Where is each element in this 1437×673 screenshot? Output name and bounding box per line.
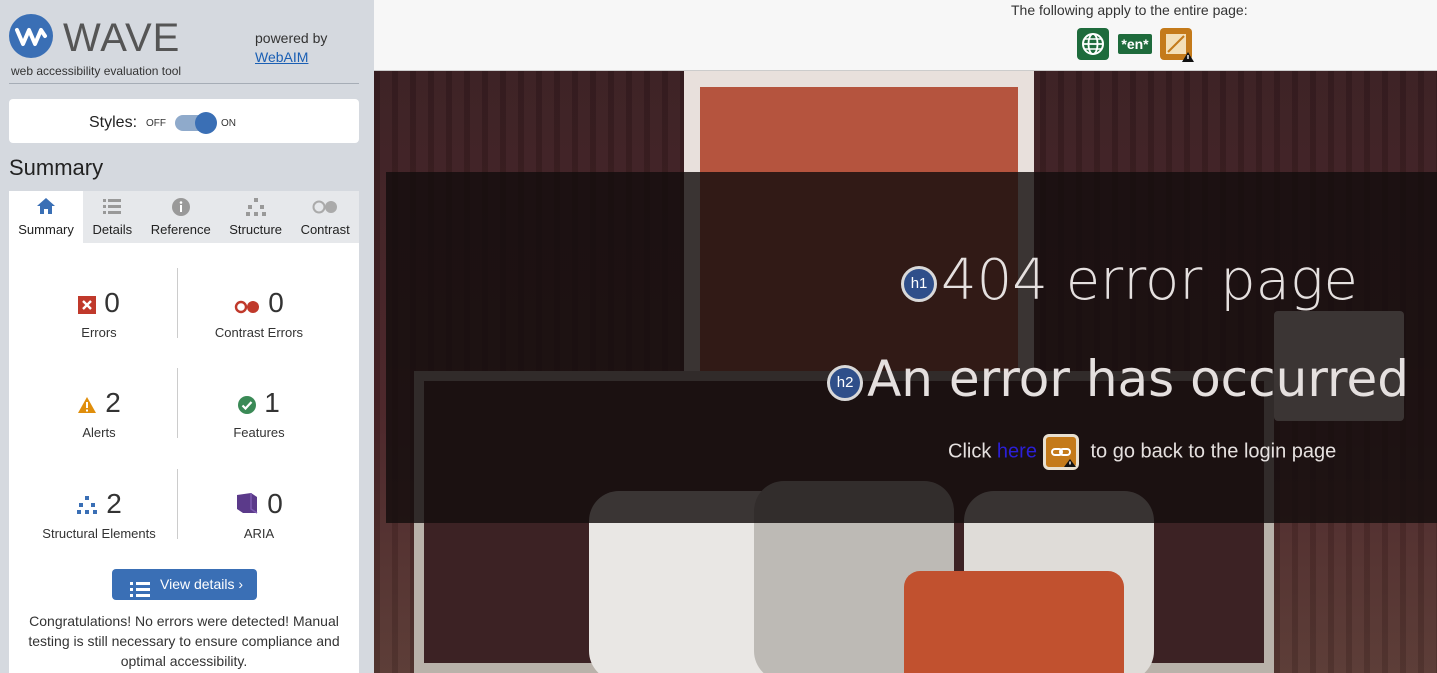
structural-count: 2: [106, 488, 122, 519]
alert-icon: [77, 387, 97, 423]
view-details-label: View details ›: [160, 576, 244, 592]
errors-count: 0: [104, 287, 120, 318]
tab-structure[interactable]: Structure: [220, 191, 291, 243]
click-text: Click: [948, 440, 992, 463]
tab-structure-label: Structure: [229, 222, 283, 237]
page-wide-text: The following apply to the entire page:: [1011, 2, 1248, 18]
summary-heading: Summary: [9, 155, 104, 180]
toggle-off-label: OFF: [146, 118, 166, 129]
features-stat[interactable]: 1 Features: [179, 385, 339, 440]
structural-label: Structural Elements: [42, 525, 156, 541]
divider: [9, 83, 359, 84]
contrast-errors-count: 0: [268, 287, 284, 318]
styles-toggle[interactable]: [175, 112, 217, 134]
tab-reference-label: Reference: [150, 222, 211, 237]
wave-logo-icon: [9, 14, 53, 58]
link-alert-icon[interactable]: [1042, 434, 1079, 470]
tab-contrast-label: Contrast: [300, 222, 350, 237]
feature-icon: [238, 387, 257, 423]
tab-summary[interactable]: Summary: [9, 191, 84, 243]
layout-table-alert-icon[interactable]: [1160, 28, 1194, 62]
logo-title: WAVE: [63, 16, 181, 60]
stat-divider: [177, 268, 178, 338]
features-label: Features: [233, 424, 285, 440]
h2-text: An error has occurred: [867, 350, 1409, 408]
aria-icon: [235, 488, 259, 524]
back-to-login-text: to go back to the login page: [1090, 440, 1337, 463]
language-en-badge[interactable]: *en*: [1118, 34, 1152, 54]
tab-details[interactable]: Details: [83, 191, 141, 243]
contrast-icon: [291, 197, 359, 219]
h1-badge-icon[interactable]: h1: [901, 265, 938, 302]
tab-contrast[interactable]: Contrast: [291, 191, 359, 243]
tab-reference[interactable]: Reference: [141, 191, 220, 243]
contrast-error-icon: [234, 287, 260, 323]
h1-text: 404 error page: [941, 248, 1358, 313]
login-instruction: Click here to go back to the login page: [948, 434, 1336, 470]
toggle-knob[interactable]: [195, 112, 217, 134]
error-heading: h1 404 error page: [901, 248, 1358, 314]
info-icon: [141, 197, 220, 219]
wave-logo: WAVE web accessibility evaluation tool p…: [9, 14, 359, 82]
powered-by: powered by WebAIM: [255, 29, 327, 67]
alerts-count: 2: [105, 387, 121, 418]
errors-label: Errors: [81, 324, 117, 340]
error-icon: [78, 287, 97, 323]
background-pillow: [904, 571, 1124, 673]
list-icon: [83, 197, 141, 219]
logo-subtitle: web accessibility evaluation tool: [11, 64, 182, 78]
login-link[interactable]: here: [997, 440, 1037, 462]
language-globe-icon[interactable]: [1077, 28, 1109, 60]
alerts-label: Alerts: [82, 424, 116, 440]
aria-label: ARIA: [243, 525, 275, 541]
contrast-errors-stat[interactable]: 0 Contrast Errors: [179, 285, 339, 340]
home-icon: [9, 197, 83, 219]
structure-icon: [220, 197, 291, 219]
panel-tabs: Summary Details Reference Structure Cont…: [9, 191, 359, 243]
structural-icon: [76, 488, 98, 524]
structural-stat[interactable]: 2 Structural Elements: [19, 486, 179, 541]
summary-panel: Summary Details Reference Structure Cont…: [9, 191, 359, 673]
page-preview: h1 404 error page h2 An error has occurred…: [374, 71, 1437, 673]
wave-sidebar: WAVE web accessibility evaluation tool p…: [0, 0, 374, 673]
stat-divider: [177, 469, 178, 539]
aria-count: 0: [267, 488, 283, 519]
features-count: 1: [264, 387, 280, 418]
tab-details-label: Details: [92, 222, 133, 237]
h2-badge-icon[interactable]: h2: [827, 364, 864, 401]
view-details-button[interactable]: View details ›: [112, 569, 257, 600]
styles-toggle-box: Styles: OFF ON: [9, 99, 359, 143]
styles-label: Styles:: [89, 114, 138, 131]
list-icon: [130, 577, 150, 608]
tab-summary-label: Summary: [18, 222, 74, 237]
page-wide-bar: The following apply to the entire page: …: [374, 0, 1437, 71]
contrast-errors-label: Contrast Errors: [214, 324, 304, 340]
alerts-stat[interactable]: 2 Alerts: [19, 385, 179, 440]
errors-stat[interactable]: 0 Errors: [19, 285, 179, 340]
webaim-link[interactable]: WebAIM: [255, 48, 327, 67]
toggle-on-label: ON: [221, 118, 236, 129]
congrats-message: Congratulations! No errors were detected…: [28, 613, 340, 669]
stat-divider: [177, 368, 178, 438]
error-overlay: h1 404 error page h2 An error has occurred…: [386, 172, 1437, 523]
powered-by-text: powered by: [255, 30, 328, 46]
error-subheading: h2 An error has occurred: [827, 349, 1409, 409]
aria-stat[interactable]: 0 ARIA: [179, 486, 339, 541]
